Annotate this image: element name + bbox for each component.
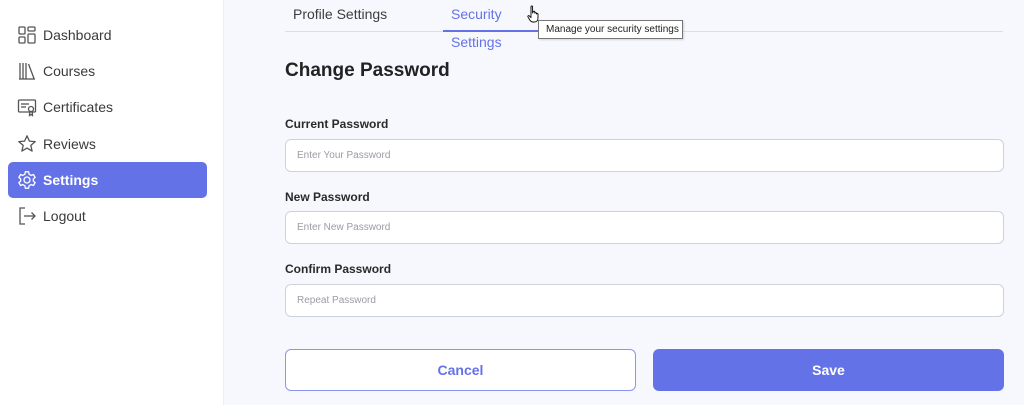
hand-cursor-icon bbox=[527, 5, 539, 23]
books-icon bbox=[17, 61, 37, 81]
logout-icon bbox=[17, 206, 37, 226]
tooltip: Manage your security settings bbox=[538, 20, 683, 39]
new-password-field[interactable] bbox=[285, 211, 1004, 244]
sidebar-item-settings[interactable]: Settings bbox=[8, 162, 207, 198]
current-password-field[interactable] bbox=[285, 139, 1004, 172]
sidebar-item-label: Settings bbox=[43, 172, 99, 188]
sidebar-item-label: Courses bbox=[43, 63, 96, 79]
page-title: Change Password bbox=[285, 60, 450, 81]
sidebar-item-label: Reviews bbox=[43, 136, 96, 152]
sidebar-item-label: Logout bbox=[43, 208, 86, 224]
sidebar-item-label: Certificates bbox=[43, 99, 114, 115]
gear-icon bbox=[17, 170, 37, 190]
dashboard-icon bbox=[17, 25, 37, 45]
certificate-icon bbox=[17, 97, 37, 117]
sidebar-item-logout[interactable]: Logout bbox=[8, 198, 207, 234]
save-button[interactable]: Save bbox=[653, 349, 1004, 391]
confirm-password-label: Confirm Password bbox=[285, 262, 392, 276]
confirm-password-field[interactable] bbox=[285, 284, 1004, 317]
current-password-label: Current Password bbox=[285, 117, 389, 131]
cancel-button[interactable]: Cancel bbox=[285, 349, 636, 391]
sidebar-item-label: Dashboard bbox=[43, 27, 112, 43]
sidebar: Dashboard Courses Certificates Reviews S… bbox=[0, 0, 224, 405]
sidebar-item-reviews[interactable]: Reviews bbox=[8, 126, 207, 162]
sidebar-item-certificates[interactable]: Certificates bbox=[8, 89, 207, 125]
sidebar-item-dashboard[interactable]: Dashboard bbox=[8, 17, 207, 53]
tab-profile-settings[interactable]: Profile Settings bbox=[293, 0, 403, 32]
sidebar-item-courses[interactable]: Courses bbox=[8, 53, 207, 89]
new-password-label: New Password bbox=[285, 190, 370, 204]
star-icon bbox=[17, 134, 37, 154]
